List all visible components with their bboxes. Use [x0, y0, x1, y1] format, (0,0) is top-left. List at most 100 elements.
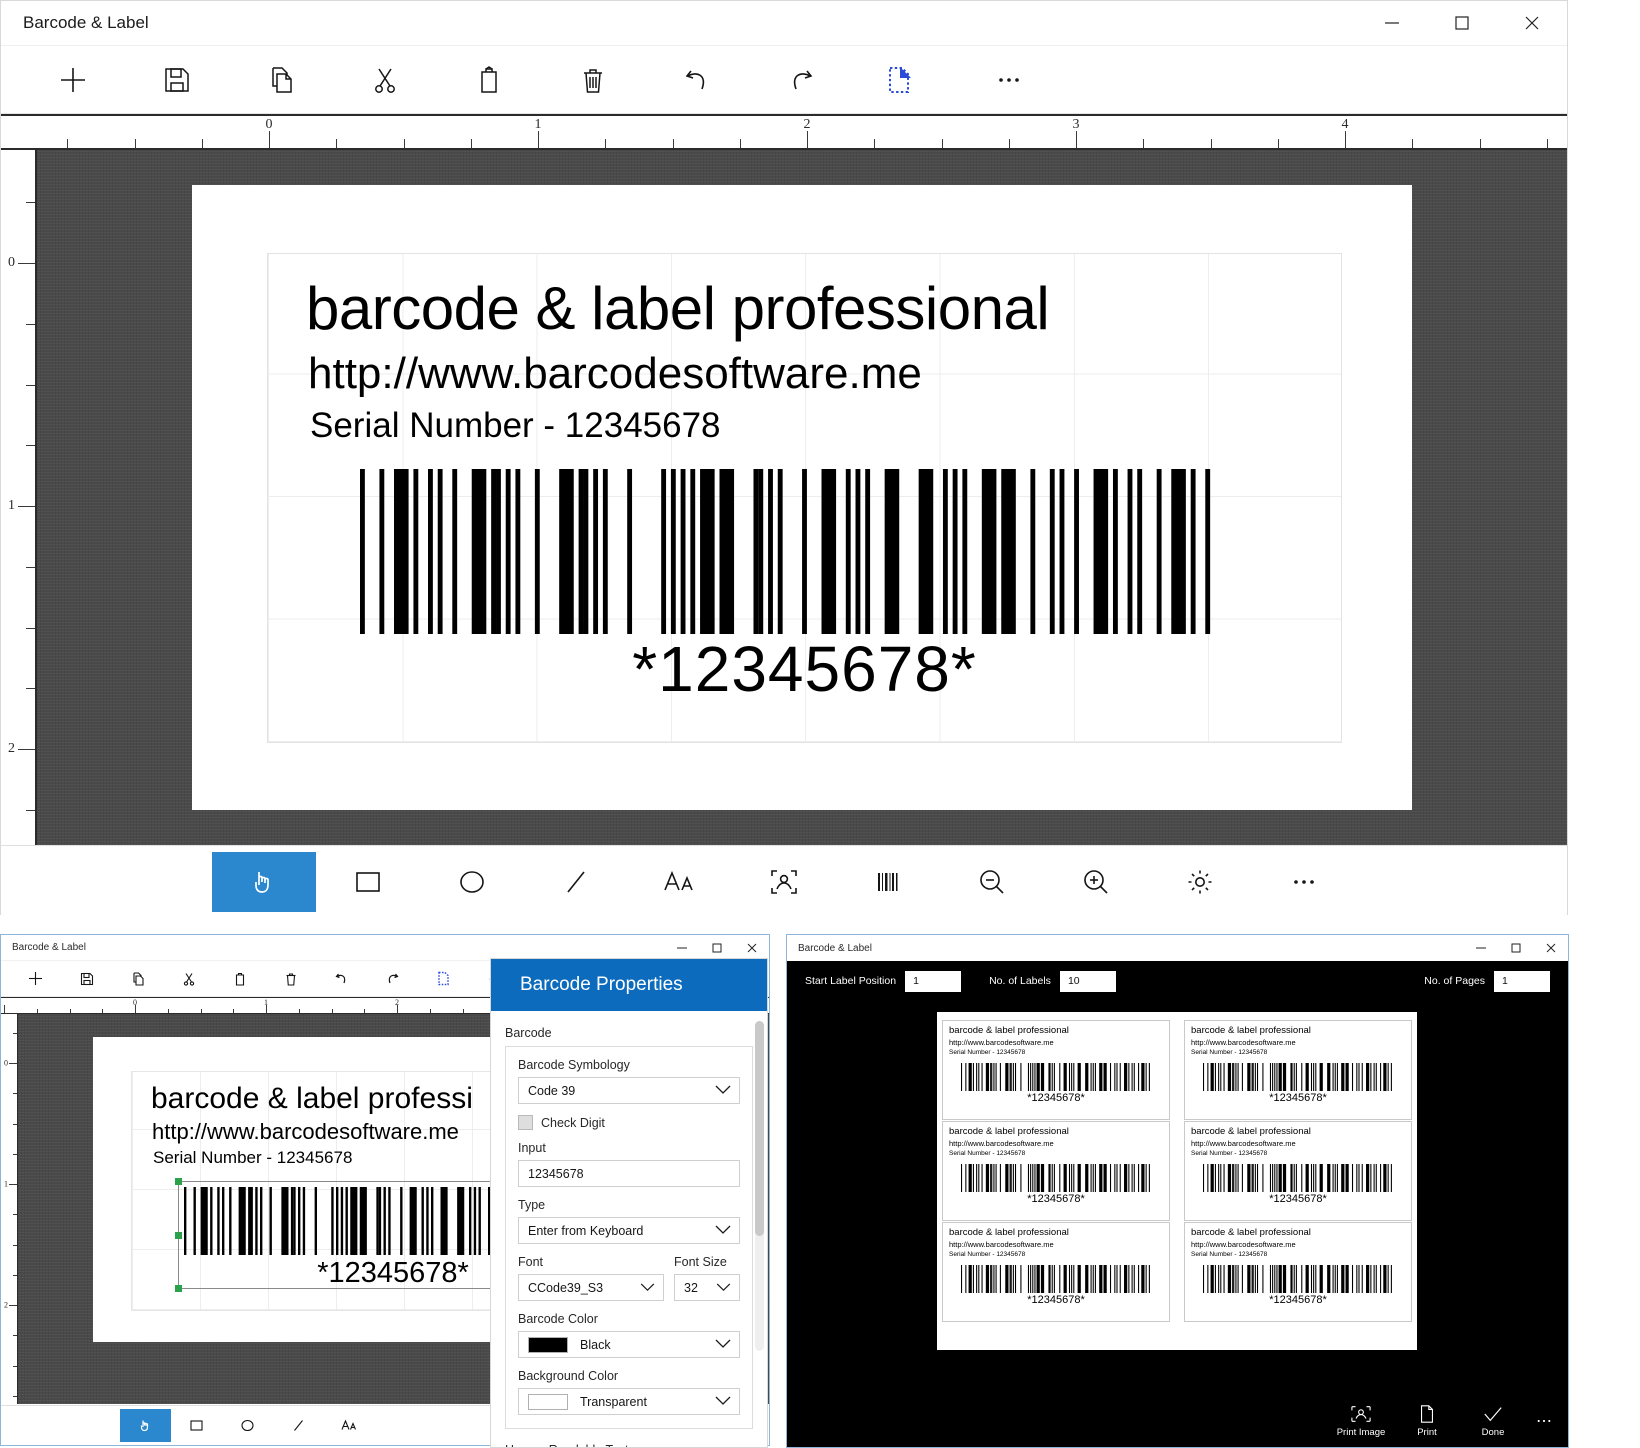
print-label-cell[interactable]: barcode & label professionalhttp://www.b…	[1184, 1222, 1412, 1322]
bottom-more-button[interactable]	[1252, 852, 1356, 912]
cell-url-text: http://www.barcodesoftware.me	[949, 1038, 1054, 1047]
print-label-cell[interactable]: barcode & label professionalhttp://www.b…	[1184, 1020, 1412, 1120]
resize-handle-w[interactable]	[175, 1232, 182, 1239]
editor-copy-button[interactable]	[112, 963, 163, 995]
scrollbar-thumb[interactable]	[755, 1021, 764, 1236]
print-button[interactable]: Print	[1394, 1404, 1460, 1438]
editor-cut-button[interactable]	[163, 963, 214, 995]
gear-icon[interactable]	[1148, 852, 1252, 912]
print-more-button[interactable]: ⋯	[1526, 1411, 1562, 1431]
print-image-button[interactable]: Print Image	[1328, 1404, 1394, 1438]
input-label: Input	[518, 1141, 740, 1155]
editor-minimize-icon[interactable]	[664, 935, 699, 961]
resize-handle-sw[interactable]	[175, 1285, 182, 1292]
editor-save-button[interactable]	[61, 963, 112, 995]
cell-title-text: barcode & label professional	[949, 1025, 1069, 1036]
print-minimize-icon[interactable]	[1463, 935, 1498, 961]
no-of-pages-input[interactable]: 1	[1494, 971, 1550, 992]
barcode-color-select[interactable]: Black	[518, 1331, 740, 1358]
editor-ellipse-tool-button[interactable]	[222, 1409, 273, 1442]
editor-label-serial-text[interactable]: Serial Number - 12345678	[153, 1148, 352, 1168]
background-color-select[interactable]: Transparent	[518, 1388, 740, 1415]
chevron-down-icon	[716, 1281, 731, 1295]
start-label-position-input[interactable]: 1	[905, 971, 961, 992]
new-button[interactable]	[21, 50, 125, 110]
more-button[interactable]	[957, 50, 1061, 110]
type-select[interactable]: Enter from Keyboard	[518, 1217, 740, 1244]
barcode-tool-button[interactable]	[836, 852, 940, 912]
label-serial-text[interactable]: Serial Number - 12345678	[310, 406, 721, 446]
print-close-icon[interactable]	[1533, 935, 1568, 961]
label-design-area[interactable]: barcode & label professional http://www.…	[267, 253, 1342, 743]
font-select[interactable]: CCode39_S3	[518, 1274, 664, 1301]
copy-button[interactable]	[229, 50, 333, 110]
barcode-object[interactable]	[360, 469, 1215, 634]
label-url-text[interactable]: http://www.barcodesoftware.me	[308, 349, 922, 399]
editor-paste-button[interactable]	[214, 963, 265, 995]
zoom-in-button[interactable]	[1044, 852, 1148, 912]
editor-undo-button[interactable]	[316, 963, 367, 995]
cell-url-text: http://www.barcodesoftware.me	[949, 1240, 1054, 1249]
editor-text-tool-button[interactable]	[324, 1409, 375, 1442]
cell-barcode-caption: *12345678*	[943, 1092, 1169, 1104]
text-tool-button[interactable]	[628, 852, 732, 912]
cell-serial-text: Serial Number - 12345678	[1191, 1251, 1267, 1258]
no-of-labels-input[interactable]: 10	[1060, 971, 1116, 992]
undo-button[interactable]	[645, 50, 749, 110]
resize-handle-nw[interactable]	[175, 1178, 182, 1185]
cut-button[interactable]	[333, 50, 437, 110]
check-digit-row[interactable]: Check Digit	[518, 1115, 740, 1130]
cell-url-text: http://www.barcodesoftware.me	[1191, 1240, 1296, 1249]
editor-line-tool-button[interactable]	[273, 1409, 324, 1442]
editor-select-tool-button[interactable]	[120, 1409, 171, 1442]
main-window: Barcode & Label	[0, 0, 1568, 915]
background-color-value: Transparent	[580, 1395, 647, 1409]
print-preview-sheet[interactable]: barcode & label professional http://www.b…	[937, 1012, 1417, 1350]
cell-url-text: http://www.barcodesoftware.me	[1191, 1038, 1296, 1047]
print-label-cell[interactable]: barcode & label professionalhttp://www.b…	[1184, 1121, 1412, 1221]
font-size-label: Font Size	[674, 1255, 740, 1269]
barcode-input-field[interactable]: 12345678	[518, 1160, 740, 1187]
print-label-cell[interactable]: barcode & label professionalhttp://www.b…	[942, 1222, 1170, 1322]
close-icon[interactable]	[1497, 1, 1567, 46]
symbology-label: Barcode Symbology	[518, 1058, 740, 1072]
properties-scrollbar[interactable]	[755, 1021, 764, 1351]
minimize-icon[interactable]	[1357, 1, 1427, 46]
editor-label-title-text[interactable]: barcode & label professi	[151, 1082, 473, 1116]
cell-barcode-caption: *12345678*	[943, 1193, 1169, 1205]
editor-delete-button[interactable]	[265, 963, 316, 995]
editor-page-dotted-icon[interactable]	[418, 963, 469, 995]
editor-label-url-text[interactable]: http://www.barcodesoftware.me	[152, 1119, 459, 1145]
editor-redo-button[interactable]	[367, 963, 418, 995]
zoom-out-button[interactable]	[940, 852, 1044, 912]
check-digit-checkbox[interactable]	[518, 1115, 533, 1130]
done-button[interactable]: Done	[1460, 1404, 1526, 1438]
label-title-text[interactable]: barcode & label professional	[306, 274, 1049, 343]
design-canvas[interactable]: barcode & label professional http://www.…	[37, 150, 1567, 845]
select-tool-button[interactable]	[212, 852, 316, 912]
delete-button[interactable]	[541, 50, 645, 110]
rectangle-tool-button[interactable]	[316, 852, 420, 912]
font-size-select[interactable]: 32	[674, 1274, 740, 1301]
print-maximize-icon[interactable]	[1498, 935, 1533, 961]
symbology-select[interactable]: Code 39	[518, 1077, 740, 1104]
save-button[interactable]	[125, 50, 229, 110]
editor-maximize-icon[interactable]	[699, 935, 734, 961]
ellipse-tool-button[interactable]	[420, 852, 524, 912]
editor-new-button[interactable]	[10, 963, 61, 995]
editor-close-icon[interactable]	[734, 935, 769, 961]
line-tool-button[interactable]	[524, 852, 628, 912]
maximize-icon[interactable]	[1427, 1, 1497, 46]
print-label-cell[interactable]: barcode & label professional http://www.b…	[942, 1020, 1170, 1120]
label-page[interactable]: barcode & label professional http://www.…	[192, 185, 1412, 810]
print-label-cell[interactable]: barcode & label professionalhttp://www.b…	[942, 1121, 1170, 1221]
redo-button[interactable]	[749, 50, 853, 110]
editor-rectangle-tool-button[interactable]	[171, 1409, 222, 1442]
cell-barcode	[1203, 1063, 1393, 1091]
barcode-group-box: Barcode Symbology Code 39 Check Digit In…	[505, 1046, 753, 1429]
properties-body: Barcode Barcode Symbology Code 39 Check …	[491, 1011, 767, 1448]
page-dotted-icon[interactable]	[853, 50, 957, 110]
image-tool-button[interactable]	[732, 852, 836, 912]
paste-button[interactable]	[437, 50, 541, 110]
cell-title-text: barcode & label professional	[1191, 1126, 1311, 1137]
